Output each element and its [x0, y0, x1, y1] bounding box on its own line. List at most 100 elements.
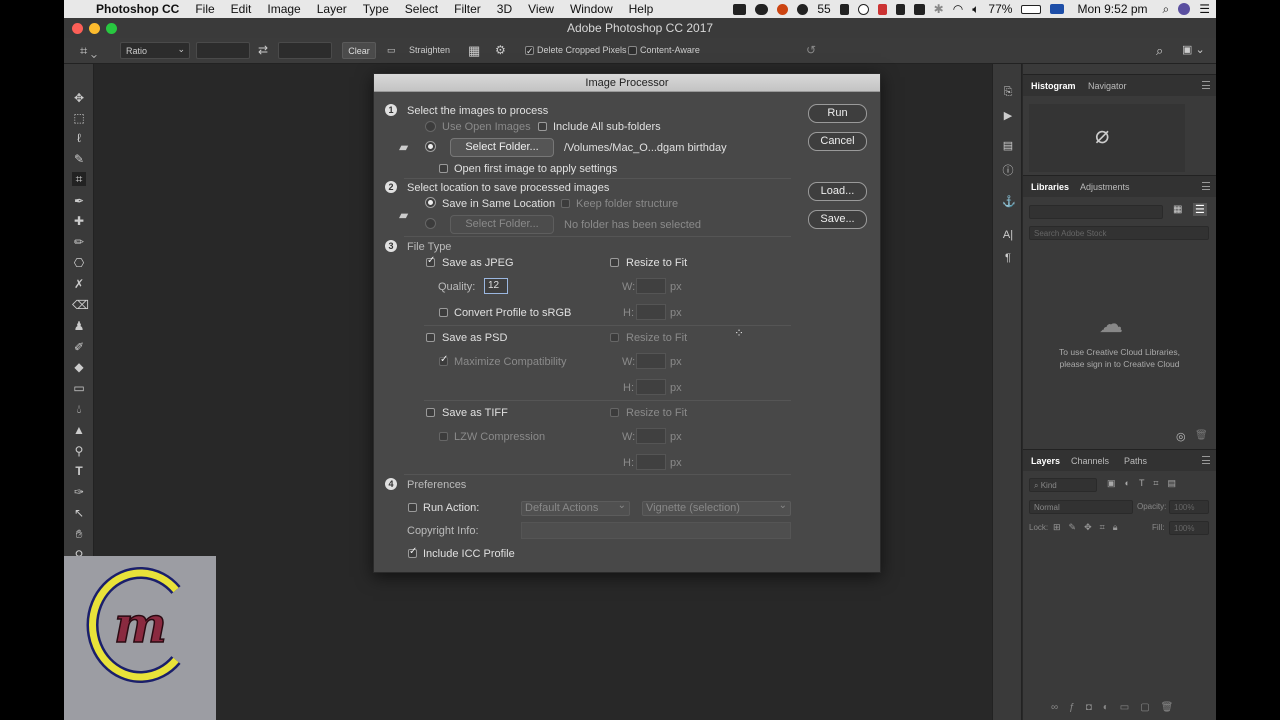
extension-icon[interactable] — [895, 3, 905, 15]
save-button[interactable]: Save... — [808, 210, 867, 229]
clear-button[interactable]: Clear — [342, 42, 376, 59]
brush-tool-icon[interactable]: ✏ — [72, 235, 86, 249]
save-tiff-checkbox[interactable] — [426, 408, 435, 417]
menu-3d[interactable]: 3D — [489, 2, 520, 16]
ratio-select[interactable]: Ratio ⌄ — [120, 42, 190, 59]
content-aware-checkbox[interactable] — [628, 42, 637, 59]
open-first-image-checkbox[interactable] — [439, 164, 448, 173]
action-set-select[interactable]: Default Actions — [521, 499, 630, 516]
cancel-button[interactable]: Cancel — [808, 132, 867, 151]
action-select[interactable]: Vignette (selection) — [642, 499, 791, 516]
width-input[interactable] — [196, 42, 250, 59]
eraser2-tool-icon[interactable]: ◆ — [72, 360, 86, 374]
menu-window[interactable]: Window — [562, 2, 621, 16]
fill-input[interactable]: 100% — [1169, 521, 1209, 535]
flag-icon[interactable] — [1050, 4, 1065, 14]
type-tool-icon[interactable]: T — [72, 464, 86, 478]
hand-tool-icon[interactable]: ✋︎ — [72, 527, 86, 541]
menu-help[interactable]: Help — [621, 2, 662, 16]
direct-select-tool-icon[interactable]: ↖ — [72, 506, 86, 520]
kind-filter-select[interactable]: ⌕ Kind — [1029, 478, 1097, 492]
evernote-icon[interactable] — [755, 3, 769, 15]
convert-srgb-checkbox[interactable] — [439, 308, 448, 317]
path-select-tool-icon[interactable]: ✑ — [72, 485, 86, 499]
keep-folder-structure-checkbox[interactable] — [561, 199, 570, 208]
menu-select[interactable]: Select — [397, 2, 446, 16]
character-panel-icon[interactable]: A| — [1002, 229, 1014, 241]
lasso-tool-icon[interactable]: ℓ — [72, 131, 86, 145]
reset-icon[interactable]: ↺ — [806, 42, 816, 59]
trash-icon[interactable]: 🗑︎ — [1195, 430, 1208, 441]
zoom-window-button[interactable] — [106, 23, 117, 34]
blur-tool-icon[interactable]: 💧︎ — [72, 402, 86, 416]
stock-search-input[interactable]: Search Adobe Stock — [1029, 226, 1209, 240]
include-subfolders-checkbox[interactable] — [538, 122, 547, 131]
notification-center-icon[interactable]: ☰ — [1199, 2, 1210, 16]
tab-histogram[interactable]: Histogram — [1031, 81, 1076, 91]
dodge-tool-icon[interactable]: ▲ — [72, 423, 86, 437]
menu-layer[interactable]: Layer — [309, 2, 355, 16]
menu-filter[interactable]: Filter — [446, 2, 489, 16]
gear-icon[interactable]: ⚙ — [495, 42, 506, 59]
quality-input[interactable]: 12 — [484, 278, 508, 294]
copyright-input[interactable] — [521, 522, 791, 539]
history-brush-tool-icon[interactable]: ✗ — [72, 277, 86, 291]
psd-height-input[interactable] — [636, 379, 666, 395]
clone-source-panel-icon[interactable]: ⚓ — [1002, 196, 1016, 208]
jpeg-height-input[interactable] — [636, 304, 666, 320]
tab-libraries[interactable]: Libraries — [1031, 182, 1069, 192]
menu-file[interactable]: File — [187, 2, 222, 16]
bluetooth-icon[interactable]: ✱ — [934, 2, 944, 16]
actions-panel-icon[interactable]: ▶ — [1002, 110, 1014, 122]
height-input[interactable] — [278, 42, 332, 59]
load-button[interactable]: Load... — [808, 182, 867, 201]
stamp-tool-icon[interactable]: ⎔ — [72, 256, 86, 270]
tiff-resize-checkbox[interactable] — [610, 408, 619, 417]
blend-mode-select[interactable]: Normal — [1029, 500, 1133, 514]
eyedropper-tool-icon[interactable]: ✒ — [72, 194, 86, 208]
maximize-compatibility-checkbox[interactable] — [439, 354, 448, 366]
eraser-tool-icon[interactable]: ⌫ — [72, 298, 89, 312]
straighten-icon[interactable]: ▭ — [387, 42, 396, 59]
close-window-button[interactable] — [72, 23, 83, 34]
crop-tool-preset-icon[interactable]: ⌗ ⌄ — [80, 42, 97, 59]
panel-menu-icon[interactable] — [1202, 456, 1210, 464]
lock-icons[interactable]: ⊞✎✥⌗🔒︎ — [1053, 522, 1125, 533]
info-panel-icon[interactable]: ⓘ — [1002, 165, 1014, 177]
menu-image[interactable]: Image — [259, 2, 308, 16]
quick-select-tool-icon[interactable]: ✎ — [72, 152, 86, 166]
select-destination-folder-button[interactable]: Select Folder... — [450, 215, 554, 234]
sync-icon[interactable]: ◎ — [1176, 430, 1186, 443]
paragraph-panel-icon[interactable]: ¶ — [1002, 252, 1014, 264]
stamp2-tool-icon[interactable]: ♟ — [72, 319, 86, 333]
move-tool-icon[interactable]: ✥ — [72, 91, 86, 105]
tab-paths[interactable]: Paths — [1124, 456, 1147, 466]
save-jpeg-checkbox[interactable] — [426, 255, 435, 267]
library-select[interactable] — [1029, 205, 1163, 219]
workspace-icon[interactable]: ▣ ⌄ — [1182, 42, 1205, 59]
jpeg-width-input[interactable] — [636, 278, 666, 294]
list-view-icon[interactable]: ☰ — [1193, 203, 1207, 216]
grid-view-icon[interactable]: ▦ — [1173, 204, 1182, 215]
swap-icon[interactable]: ⇄ — [258, 42, 268, 59]
pinterest-icon[interactable] — [777, 3, 789, 15]
docs-icon[interactable] — [839, 3, 849, 15]
tiff-height-input[interactable] — [636, 454, 666, 470]
clock[interactable]: Mon 9:52 pm — [1077, 2, 1147, 16]
straighten-label[interactable]: Straighten — [409, 42, 450, 59]
lzw-compression-checkbox[interactable] — [439, 432, 448, 441]
volume-icon[interactable]: 🔈︎ — [972, 2, 979, 17]
save-psd-checkbox[interactable] — [426, 333, 435, 342]
run-action-checkbox[interactable] — [408, 503, 417, 512]
tab-adjustments[interactable]: Adjustments — [1080, 182, 1130, 192]
info-icon[interactable] — [857, 3, 869, 15]
delete-cropped-checkbox[interactable] — [525, 42, 534, 60]
save-same-location-radio[interactable] — [425, 197, 436, 208]
history-panel-icon[interactable]: ⎘ — [1002, 86, 1014, 98]
marquee-tool-icon[interactable]: ⬚ — [72, 111, 86, 125]
tiff-width-input[interactable] — [636, 428, 666, 444]
properties-panel-icon[interactable]: ▤ — [1002, 140, 1014, 152]
search-icon[interactable]: ⌕ — [1163, 2, 1170, 17]
panel-menu-icon[interactable] — [1202, 81, 1210, 89]
grid-overlay-icon[interactable]: ▦ — [468, 42, 480, 59]
